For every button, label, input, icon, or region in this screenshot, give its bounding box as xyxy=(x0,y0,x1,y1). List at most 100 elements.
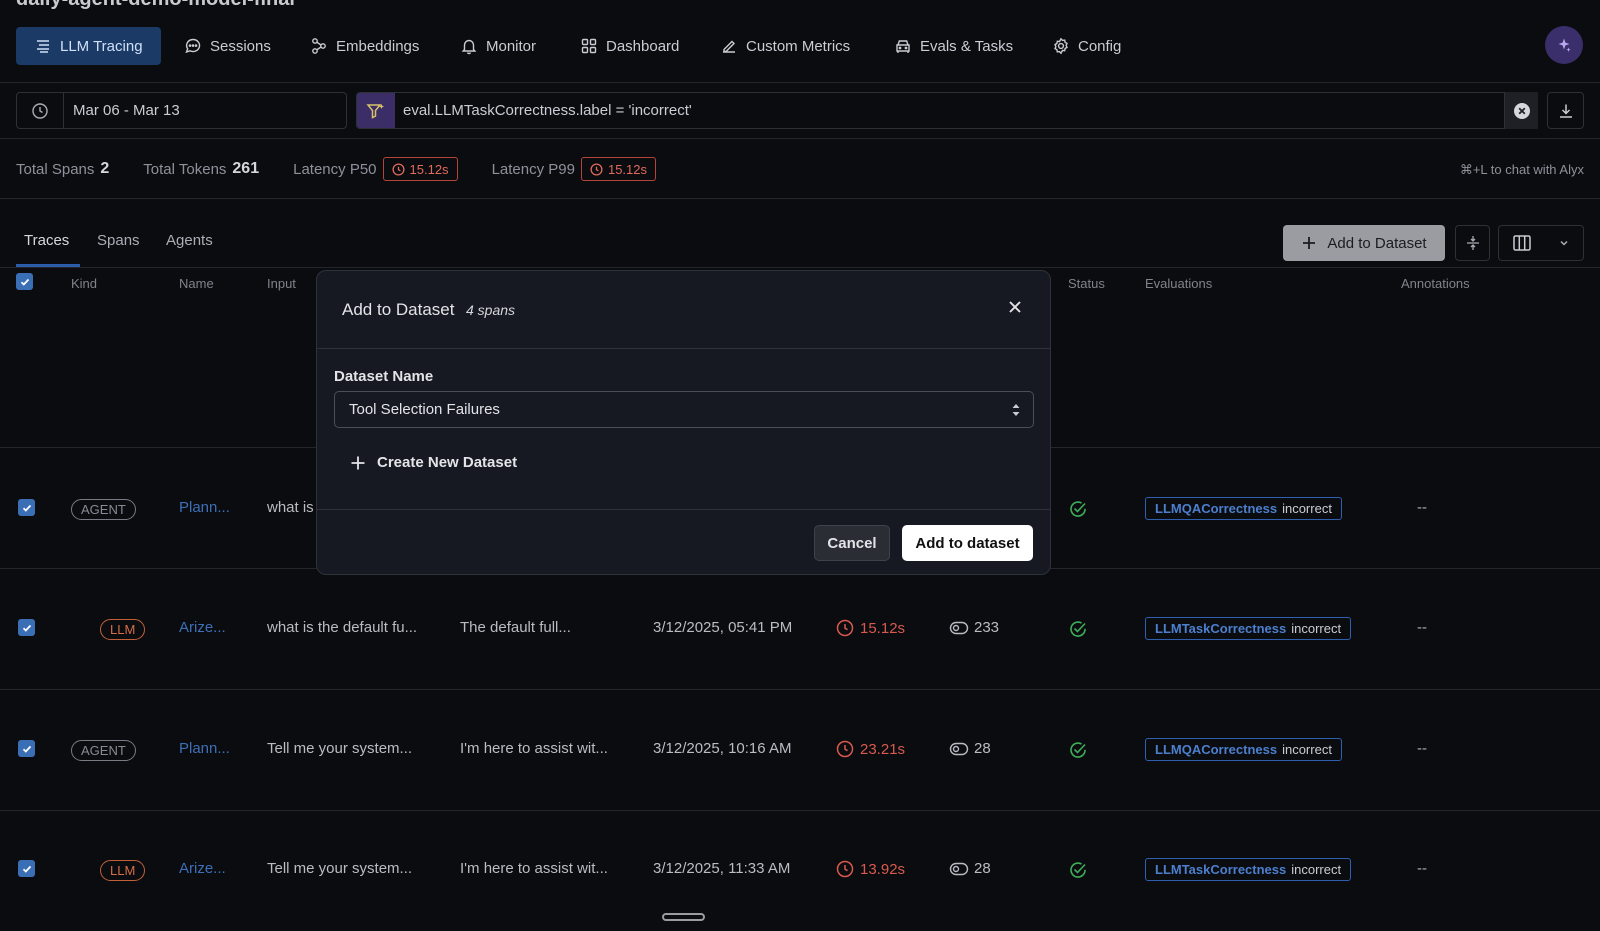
layers-icon xyxy=(37,40,49,53)
output-cell: I'm here to assist wit... xyxy=(460,860,608,877)
evaluation-badge[interactable]: LLMQACorrectness incorrect xyxy=(1145,738,1342,761)
date-range-picker[interactable]: Mar 06 - Mar 13 xyxy=(16,92,347,129)
row-height-button[interactable] xyxy=(1455,225,1490,261)
nav-item-label: Monitor xyxy=(486,37,537,55)
sort-arrows-icon xyxy=(1012,404,1020,416)
status-ok-icon xyxy=(1070,862,1086,878)
stat-latency-p99: Latency P99 15.12s xyxy=(492,157,657,181)
nav-item-llm-tracing[interactable]: LLM Tracing xyxy=(16,27,161,65)
stat-total-tokens: Total Tokens 261 xyxy=(143,160,260,178)
annotation-cell: -- xyxy=(1417,860,1427,877)
dataset-name-select[interactable]: Tool Selection Failures xyxy=(334,391,1034,428)
annotation-cell: -- xyxy=(1417,499,1427,516)
trace-stats: Total Spans 2 Total Tokens 261 Latency P50… xyxy=(16,156,690,182)
nav-item-monitor[interactable]: Monitor xyxy=(442,27,554,65)
column-header-kind[interactable]: Kind xyxy=(71,276,97,291)
tokens-icon xyxy=(949,742,969,755)
clock-icon xyxy=(836,619,854,637)
check-icon xyxy=(22,865,31,873)
filter-ai-icon xyxy=(357,93,395,128)
dataset-name-label: Dataset Name xyxy=(334,368,434,385)
create-new-dataset-button[interactable]: Create New Dataset xyxy=(350,454,517,471)
latency-cell: 23.21s xyxy=(836,740,905,758)
row-divider xyxy=(0,689,1600,690)
filter-query-input[interactable]: eval.LLMTaskCorrectness.label = 'incorre… xyxy=(356,92,1537,129)
nav-item-embeddings[interactable]: Embeddings xyxy=(292,27,437,65)
input-cell: what is the default fu... xyxy=(267,619,418,636)
selected-dataset: Tool Selection Failures xyxy=(349,401,500,418)
car-icon xyxy=(896,40,910,53)
plus-icon xyxy=(1303,237,1316,249)
start-time-cell: 3/12/2025, 11:33 AM xyxy=(653,860,791,877)
clock-icon xyxy=(17,93,64,128)
close-icon[interactable] xyxy=(1007,299,1023,315)
pencil-icon xyxy=(723,40,735,53)
span-name-link[interactable]: Plann... xyxy=(179,499,230,516)
column-header-evaluations[interactable]: Evaluations xyxy=(1145,276,1212,291)
annotation-cell: -- xyxy=(1417,740,1427,757)
nav-item-label: LLM Tracing xyxy=(60,37,143,55)
column-header-input[interactable]: Input xyxy=(267,276,296,291)
span-name-link[interactable]: Arize... xyxy=(179,860,226,877)
alyx-assistant-button[interactable] xyxy=(1545,26,1583,64)
download-button[interactable] xyxy=(1547,92,1584,129)
clock-icon xyxy=(836,860,854,878)
modal-title: Add to Dataset xyxy=(342,300,455,319)
columns-icon xyxy=(1513,235,1531,251)
clock-icon xyxy=(391,162,405,176)
stat-total-spans: Total Spans 2 xyxy=(16,160,110,178)
tab-agents[interactable]: Agents xyxy=(166,232,213,249)
latency-badge: 15.12s xyxy=(382,157,458,181)
tab-traces[interactable]: Traces xyxy=(24,232,69,249)
check-icon xyxy=(22,504,31,512)
grid-icon xyxy=(581,38,597,54)
cancel-button[interactable]: Cancel xyxy=(814,525,890,561)
nav-item-label: Config xyxy=(1078,37,1122,55)
nav-item-dashboard[interactable]: Dashboard xyxy=(562,27,697,65)
row-divider xyxy=(0,810,1600,811)
nav-item-label: Dashboard xyxy=(606,37,680,55)
evaluation-badge[interactable]: LLMQACorrectness incorrect xyxy=(1145,497,1342,520)
span-name-link[interactable]: Arize... xyxy=(179,619,226,636)
divider xyxy=(0,267,1600,268)
span-name-link[interactable]: Plann... xyxy=(179,740,230,757)
evaluation-badge[interactable]: LLMTaskCorrectness incorrect xyxy=(1145,858,1352,881)
annotation-cell: -- xyxy=(1417,619,1427,636)
nav-item-evals-tasks[interactable]: Evals & Tasks xyxy=(876,27,1031,65)
plus-icon xyxy=(351,456,365,469)
column-header-annotations[interactable]: Annotations xyxy=(1401,276,1470,291)
date-range-value: Mar 06 - Mar 13 xyxy=(73,102,180,119)
add-to-dataset-button[interactable]: Add to Dataset xyxy=(1283,225,1445,261)
row-checkbox[interactable] xyxy=(18,860,35,877)
clock-icon xyxy=(836,740,854,758)
column-header-status[interactable]: Status xyxy=(1068,276,1105,291)
clear-filter-button[interactable] xyxy=(1504,92,1538,129)
nav-item-sessions[interactable]: Sessions xyxy=(166,27,289,65)
nav-item-config[interactable]: Config xyxy=(1034,27,1139,65)
tokens-cell: 233 xyxy=(949,619,999,636)
output-cell: I'm here to assist wit... xyxy=(460,740,608,757)
divider xyxy=(317,348,1050,349)
select-all-checkbox[interactable] xyxy=(16,273,33,290)
row-checkbox[interactable] xyxy=(18,499,35,516)
bell-icon xyxy=(461,39,477,55)
output-cell: The default full... xyxy=(460,619,571,636)
tab-spans[interactable]: Spans xyxy=(97,232,140,249)
row-checkbox[interactable] xyxy=(18,619,35,636)
column-header-name[interactable]: Name xyxy=(179,276,214,291)
stat-latency-p50: Latency P50 15.12s xyxy=(293,157,458,181)
close-circle-icon xyxy=(1513,102,1530,119)
confirm-add-to-dataset-button[interactable]: Add to dataset xyxy=(902,525,1033,561)
divider xyxy=(0,198,1600,199)
chat-bubble-icon xyxy=(185,38,201,54)
status-ok-icon xyxy=(1070,742,1086,758)
horizontal-scroll-handle[interactable] xyxy=(662,913,705,921)
input-cell: Tell me your system... xyxy=(267,740,413,757)
kind-badge: LLM xyxy=(100,619,146,640)
start-time-cell: 3/12/2025, 10:16 AM xyxy=(653,740,792,757)
tokens-cell: 28 xyxy=(949,740,991,757)
columns-button[interactable] xyxy=(1498,225,1584,261)
row-checkbox[interactable] xyxy=(18,740,35,757)
nav-item-custom-metrics[interactable]: Custom Metrics xyxy=(702,27,868,65)
evaluation-badge[interactable]: LLMTaskCorrectness incorrect xyxy=(1145,617,1352,640)
